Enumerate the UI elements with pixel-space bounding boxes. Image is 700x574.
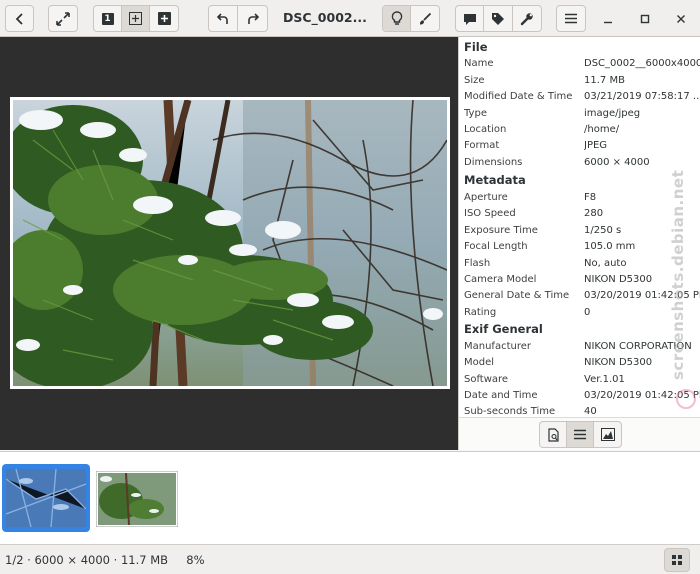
metadata-list[interactable]: File Name DSC_0002__6000x4000... Size 11… xyxy=(459,37,700,417)
grid-icon xyxy=(672,555,682,565)
zoom-in-icon xyxy=(157,12,171,25)
zoom-in-button[interactable] xyxy=(150,6,178,31)
thumbnail-strip xyxy=(0,451,700,544)
meta-key: Size xyxy=(464,75,485,86)
meta-key: Type xyxy=(464,108,487,119)
panel-footer xyxy=(459,417,700,450)
fullscreen-button[interactable] xyxy=(48,5,78,32)
status-info: 1/2 · 6000 × 4000 · 11.7 MB 8% xyxy=(5,545,205,574)
meta-key: Manufacturer xyxy=(464,341,531,352)
meta-key: Date and Time xyxy=(464,390,538,401)
properties-view-button[interactable] xyxy=(540,422,567,447)
meta-key: Format xyxy=(464,140,500,151)
lightbulb-icon xyxy=(391,11,402,25)
meta-key: Modified Date & Time xyxy=(464,91,573,102)
zoom-original-icon: 1 xyxy=(101,12,114,25)
thumbnail-image xyxy=(95,470,179,528)
status-separator: · xyxy=(109,553,121,567)
fullscreen-icon xyxy=(56,11,70,26)
comment-icon xyxy=(463,13,476,25)
meta-value: DSC_0002__6000x4000... xyxy=(584,58,700,69)
watermark-text: screenshots.debian.net xyxy=(669,169,687,380)
meta-key: Camera Model xyxy=(464,274,537,285)
menu-icon xyxy=(565,13,577,24)
lightbulb-button[interactable] xyxy=(383,6,412,31)
zoom-fit-icon xyxy=(129,12,142,25)
watermark-logo xyxy=(676,389,696,409)
menu-button[interactable] xyxy=(556,5,586,32)
image-position: 1/2 xyxy=(5,553,24,567)
meta-key: Model xyxy=(464,357,495,368)
thumbnail-1[interactable] xyxy=(2,464,90,532)
thumbnails-toggle-button[interactable] xyxy=(664,548,690,572)
tools-button-group xyxy=(455,5,542,32)
meta-value: image/jpeg xyxy=(584,108,641,119)
histogram-view-button[interactable] xyxy=(594,422,621,447)
zoom-button-group: 1 xyxy=(93,5,179,32)
meta-key: Exposure Time xyxy=(464,225,538,236)
meta-value: 11.7 MB xyxy=(584,75,625,86)
photo-frame xyxy=(10,97,450,389)
wrench-icon xyxy=(520,12,533,25)
minimize-button[interactable] xyxy=(597,8,619,30)
thumbnail-2[interactable] xyxy=(95,470,179,528)
brush-button[interactable] xyxy=(411,6,439,31)
thumbnail-image xyxy=(6,469,86,527)
wrench-button[interactable] xyxy=(513,6,541,31)
status-bar: 1/2 · 6000 × 4000 · 11.7 MB 8% xyxy=(0,544,700,574)
status-separator: · xyxy=(23,553,35,567)
rotate-button-group xyxy=(208,5,268,32)
tag-button[interactable] xyxy=(484,6,513,31)
close-icon xyxy=(677,15,685,23)
rotate-left-icon xyxy=(216,12,228,24)
status-spacer xyxy=(168,553,186,567)
meta-key: Dimensions xyxy=(464,157,523,168)
meta-key: Software xyxy=(464,374,509,385)
rotate-right-button[interactable] xyxy=(238,6,267,31)
zoom-level: 8% xyxy=(186,553,205,567)
comment-button[interactable] xyxy=(456,6,485,31)
close-button[interactable] xyxy=(670,8,692,30)
zoom-original-button[interactable]: 1 xyxy=(94,6,122,31)
maximize-button[interactable] xyxy=(634,8,656,30)
meta-key: Location xyxy=(464,124,507,135)
photo-snowy-pine xyxy=(13,100,447,386)
back-button[interactable] xyxy=(5,5,34,32)
brush-icon xyxy=(420,12,432,24)
meta-value: JPEG xyxy=(584,140,608,151)
rotate-left-button[interactable] xyxy=(209,6,239,31)
meta-value: 6000 × 4000 xyxy=(584,157,650,168)
image-dimensions: 6000 × 4000 xyxy=(34,553,110,567)
meta-key: Flash xyxy=(464,258,491,269)
section-title-file: File xyxy=(464,40,488,54)
metadata-view-button[interactable] xyxy=(567,422,594,447)
maximize-icon xyxy=(640,14,650,24)
panel-view-switch xyxy=(539,421,622,448)
meta-key: General Date & Time xyxy=(464,290,570,301)
zoom-fit-button[interactable] xyxy=(122,6,150,31)
back-icon xyxy=(15,12,23,25)
section-title-exif-general: Exif General xyxy=(464,322,543,336)
document-search-icon xyxy=(547,427,559,442)
image-viewer[interactable] xyxy=(0,37,458,450)
image-size: 11.7 MB xyxy=(120,553,169,567)
header-bar: 1 DSC_0002... xyxy=(0,0,700,37)
metadata-panel: File Name DSC_0002__6000x4000... Size 11… xyxy=(458,37,700,450)
meta-key: Name xyxy=(464,58,494,69)
meta-key: Focal Length xyxy=(464,241,528,252)
histogram-icon xyxy=(600,428,615,441)
meta-key: ISO Speed xyxy=(464,208,516,219)
meta-key: Aperture xyxy=(464,192,508,203)
meta-value: /home/ xyxy=(584,124,620,135)
section-title-metadata: Metadata xyxy=(464,173,526,187)
tag-icon xyxy=(492,12,505,25)
meta-key: Sub-seconds Time xyxy=(464,406,556,417)
meta-value: 03/21/2019 07:58:17 ... xyxy=(584,91,700,102)
window-title: DSC_0002... xyxy=(283,10,367,25)
view-mode-group xyxy=(382,5,440,32)
minimize-icon xyxy=(604,21,612,24)
list-icon xyxy=(574,429,586,440)
rotate-right-icon xyxy=(247,12,259,24)
meta-key: Rating xyxy=(464,307,497,318)
